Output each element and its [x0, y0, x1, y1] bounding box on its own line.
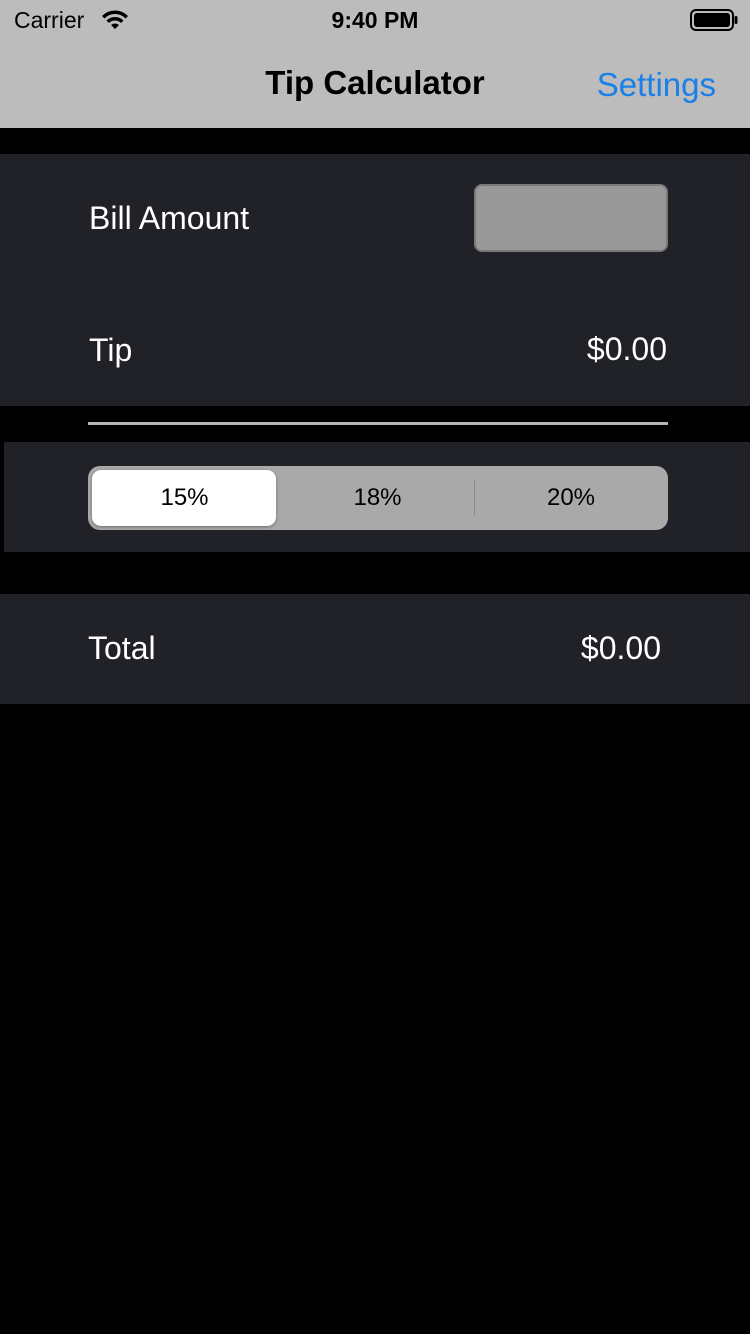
tip-option-18[interactable]: 18% [281, 466, 474, 530]
tip-option-20[interactable]: 20% [474, 466, 668, 530]
status-bar: Carrier 9:40 PM [0, 0, 750, 40]
tip-value: $0.00 [586, 331, 667, 367]
settings-button[interactable]: Settings [597, 66, 716, 104]
tip-percentage-segmented-control: 15% 18% 20% [88, 466, 668, 530]
clock: 9:40 PM [331, 7, 419, 33]
tip-label: Tip [89, 332, 133, 368]
bill-amount-label: Bill Amount [89, 200, 250, 236]
navigation-header: Carrier 9:40 PM Tip Calculator Settings [0, 0, 750, 128]
total-value: $0.00 [580, 630, 661, 666]
total-label: Total [88, 630, 156, 666]
divider [88, 422, 668, 425]
battery-icon [690, 9, 738, 31]
bill-amount-input[interactable] [474, 184, 668, 252]
tip-option-15[interactable]: 15% [88, 466, 281, 530]
